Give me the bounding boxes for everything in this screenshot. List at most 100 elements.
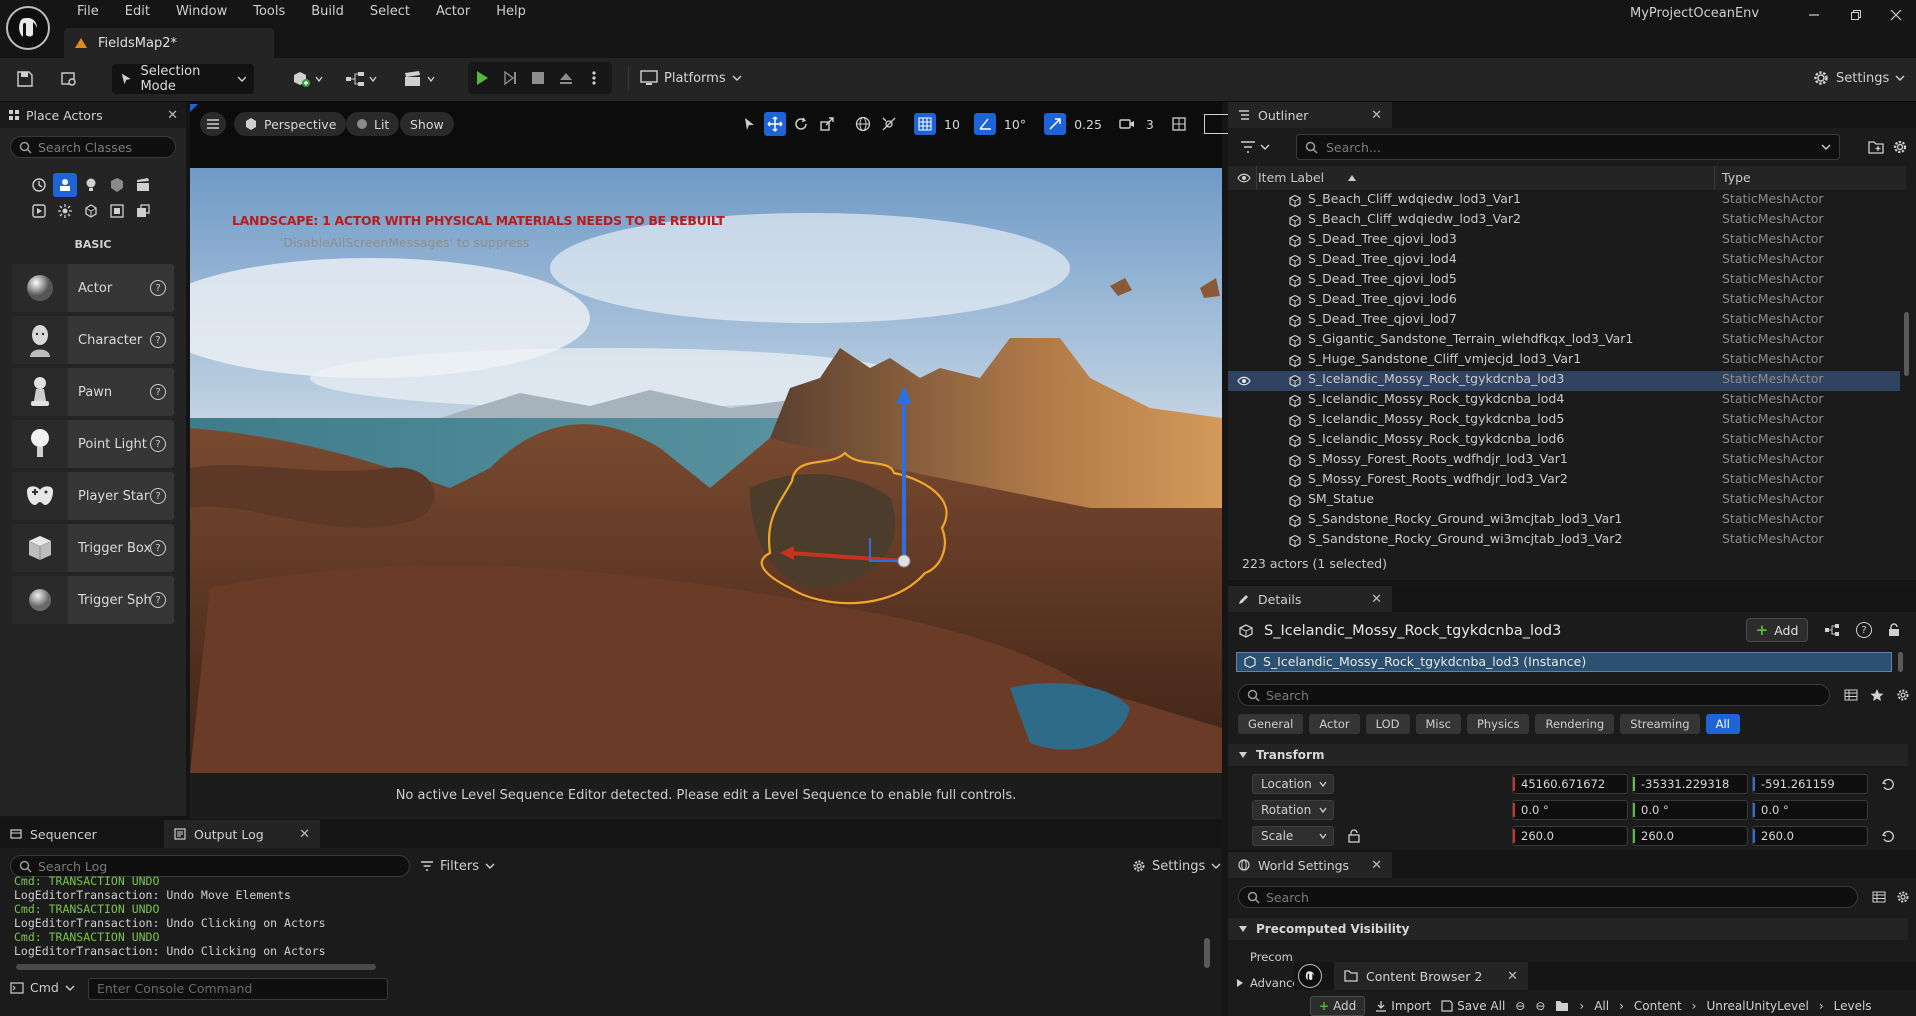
recent-icon[interactable] [27,173,51,197]
scale-tool-icon[interactable] [816,112,838,136]
outliner-row[interactable]: S_Sandstone_Rocky_Ground_wi3mcjtab_lod3_… [1228,531,1900,551]
add-folder-icon[interactable] [1866,136,1886,158]
visibility-eye-icon[interactable] [1236,170,1252,186]
item-label-column[interactable]: Item Label [1258,170,1324,185]
settings-dropdown[interactable]: Settings [1812,62,1905,94]
stop-icon[interactable] [524,62,552,94]
viewport-scene[interactable] [190,168,1222,773]
outliner-row[interactable]: S_Dead_Tree_qjovi_lod4 StaticMeshActor [1228,251,1900,271]
menu-file[interactable]: File [64,0,112,24]
table-view-icon[interactable] [1870,888,1888,906]
cinematics-button[interactable] [398,64,440,94]
tab-actor[interactable]: Actor [1309,714,1360,734]
help-icon[interactable]: ? [150,488,166,504]
menu-actor[interactable]: Actor [423,0,483,24]
transform-section-header[interactable]: Transform [1228,744,1908,766]
close-icon[interactable]: ✕ [1507,969,1518,984]
document-tab[interactable]: FieldsMap2* [64,28,274,58]
place-point-light-item[interactable]: Point Light ? [12,420,174,468]
place-trigger-box-item[interactable]: Trigger Box ? [12,524,174,572]
breadcrumb-all[interactable]: All [1594,999,1609,1013]
close-icon[interactable]: ✕ [1371,592,1382,607]
step-icon[interactable] [496,62,524,94]
play-icon[interactable] [468,62,496,94]
save-icon[interactable] [12,64,38,94]
shapes-category-icon[interactable] [105,173,129,197]
add-content-button[interactable] [286,64,328,94]
outliner-row[interactable]: S_Icelandic_Mossy_Rock_tgykdcnba_lod3 Sta… [1228,371,1900,391]
rotate-tool-icon[interactable] [790,112,812,136]
camera-speed-button[interactable]: 3 [1116,112,1158,136]
outliner-row[interactable]: S_Icelandic_Mossy_Rock_tgykdcnba_lod5 Sta… [1228,411,1900,431]
outliner-row[interactable]: S_Icelandic_Mossy_Rock_tgykdcnba_lod4 Sta… [1228,391,1900,411]
tab-rendering[interactable]: Rendering [1535,714,1615,734]
visual-effects-icon[interactable] [27,199,51,223]
help-icon[interactable]: ? [150,592,166,608]
place-pawn-item[interactable]: Pawn ? [12,368,174,416]
sequencer-tab[interactable]: Sequencer [0,820,164,848]
more-options-icon[interactable] [580,62,608,94]
blueprint-button[interactable] [340,64,382,94]
place-actors-tab[interactable]: Place Actors ✕ [0,102,186,128]
close-window-icon[interactable] [1878,0,1914,30]
advanced-section-header[interactable]: Advanced [1236,976,1294,990]
tab-lod[interactable]: LOD [1365,714,1410,734]
component-scrollbar[interactable] [1898,652,1903,672]
log-settings-dropdown[interactable]: Settings [1132,856,1221,876]
menu-edit[interactable]: Edit [112,0,163,24]
help-icon[interactable]: ? [150,384,166,400]
outliner-row[interactable]: S_Mossy_Forest_Roots_wdfhdjr_lod3_Var1 St… [1228,451,1900,471]
close-icon[interactable]: ✕ [167,108,178,123]
maximize-viewport-icon[interactable] [1168,112,1190,136]
lights-category-icon[interactable] [79,173,103,197]
visibility-eye-icon[interactable] [1236,374,1252,388]
rotation-z-field[interactable]: 0.0 ° [1752,800,1868,820]
cmd-dropdown[interactable]: Cmd [10,980,75,995]
outliner-search-input[interactable]: Search... [1296,134,1840,160]
menu-help[interactable]: Help [483,0,539,24]
lock-scale-icon[interactable] [1346,828,1362,844]
menu-select[interactable]: Select [357,0,423,24]
star-icon[interactable] [1868,686,1886,704]
help-icon[interactable]: ? [150,332,166,348]
details-tab[interactable]: Details ✕ [1228,586,1392,612]
help-icon[interactable]: ? [1854,620,1874,640]
precomputed-visibility-header[interactable]: Precomputed Visibility [1228,918,1908,940]
rotation-dropdown[interactable]: Rotation [1252,800,1334,820]
place-trigger-sphere-item[interactable]: Trigger Sphere ? [12,576,174,624]
cinematic-category-icon[interactable] [131,173,155,197]
location-x-field[interactable]: 45160.671672 [1512,774,1628,794]
outliner-tab[interactable]: Outliner ✕ [1228,102,1392,128]
scale-dropdown[interactable]: Scale [1252,826,1334,846]
close-icon[interactable]: ✕ [1371,108,1382,123]
outliner-row[interactable]: S_Icelandic_Mossy_Rock_tgykdcnba_lod6 Sta… [1228,431,1900,451]
outliner-row[interactable]: S_Mossy_Forest_Roots_wdfhdjr_lod3_Var2 St… [1228,471,1900,491]
menu-window[interactable]: Window [163,0,240,24]
console-command-input[interactable]: Enter Console Command [88,978,388,1000]
unreal-logo-icon[interactable] [1298,964,1322,988]
selection-mode-dropdown[interactable]: Selection Mode [112,64,254,94]
log-horizontal-scrollbar[interactable] [16,964,376,970]
location-y-field[interactable]: -35331.229318 [1632,774,1748,794]
forward-icon[interactable]: ⊖ [1535,999,1545,1013]
import-button[interactable]: Import [1375,999,1431,1013]
view-mode-dropdown[interactable]: Lit [346,112,400,136]
search-classes-input[interactable]: Search Classes [10,136,176,158]
outliner-row[interactable]: S_Dead_Tree_qjovi_lod7 StaticMeshActor [1228,311,1900,331]
breadcrumb-levels[interactable]: Levels [1834,999,1872,1013]
restore-icon[interactable] [1838,0,1874,30]
gear-icon[interactable] [1890,136,1910,158]
close-icon[interactable]: ✕ [299,827,310,842]
log-vertical-scrollbar[interactable] [1204,938,1210,968]
outliner-row[interactable]: S_Huge_Sandstone_Cliff_vmjecjd_lod3_Var1… [1228,351,1900,371]
gear-icon[interactable] [1894,888,1912,906]
blueprint-convert-icon[interactable] [1822,620,1842,640]
help-icon[interactable]: ? [150,540,166,556]
all-classes-icon[interactable] [105,199,129,223]
world-settings-search-input[interactable]: Search [1238,886,1858,908]
grid-snap-toggle[interactable]: 10 [914,112,964,136]
basic-category-icon[interactable] [53,173,77,197]
outliner-row[interactable]: S_Beach_Cliff_wdqiedw_lod3_Var2 StaticMes… [1228,211,1900,231]
world-settings-tab[interactable]: World Settings ✕ [1228,852,1392,878]
place-actor-item[interactable]: Actor ? [12,264,174,312]
